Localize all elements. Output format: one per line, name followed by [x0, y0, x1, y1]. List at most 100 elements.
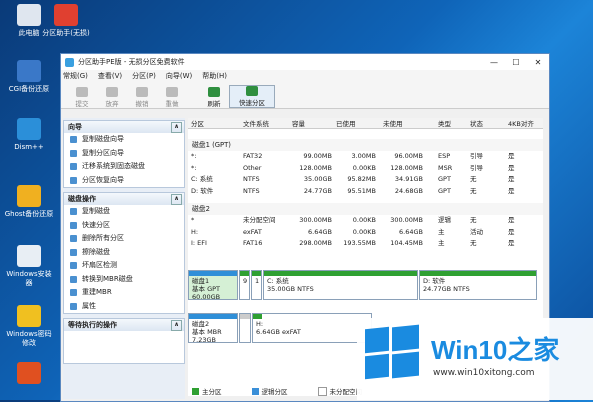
close-button[interactable]: ✕	[527, 58, 549, 67]
redo-icon	[166, 87, 178, 97]
table-header: 分区 文件系统 容量 已使用 未使用 类型 状态 4KB对齐	[188, 118, 543, 129]
menu-partition[interactable]: 分区(P)	[132, 71, 156, 81]
logo-url: www.win10xitong.com	[433, 368, 535, 378]
toolbar: 提交 放弃 撤销 重做 刷新 快速分区	[61, 82, 549, 109]
table-cell: 是	[508, 186, 515, 195]
cgi-backup-icon	[17, 60, 41, 82]
column-header[interactable]: 分区	[191, 118, 204, 128]
wizard-item-icon	[70, 163, 77, 171]
table-cell: ESP	[438, 152, 451, 160]
column-header[interactable]: 类型	[438, 118, 451, 128]
wizard-item[interactable]: 复制分区向导	[64, 147, 184, 161]
disk-group-title[interactable]: 磁盘1 (GPT)	[188, 139, 543, 151]
minimize-button[interactable]: —	[483, 58, 505, 67]
msr-partition-block[interactable]: 1	[251, 270, 262, 300]
partition-row[interactable]: *: Other 128.00MB 0.00KB 128.00MB MSR 引导 是	[188, 163, 543, 175]
wizard-item[interactable]: 迁移系统到固态磁盘	[64, 160, 184, 174]
redo-button[interactable]: 重做	[157, 87, 187, 108]
disk-op-item[interactable]: 属性	[64, 300, 184, 314]
table-cell: exFAT	[243, 227, 262, 236]
column-header[interactable]: 已使用	[336, 118, 356, 128]
unallocated-block[interactable]	[239, 313, 251, 343]
disk-op-item[interactable]: 擦除磁盘	[64, 246, 184, 260]
table-cell: 引导	[470, 152, 483, 160]
commit-button[interactable]: 提交	[67, 87, 97, 108]
wizard-item[interactable]: 复制磁盘向导	[64, 133, 184, 147]
table-cell: 是	[508, 163, 515, 172]
partition-row[interactable]: C: 系统 NTFS 35.00GB 95.82MB 34.91GB GPT 无 是	[188, 174, 543, 186]
collapse-icon[interactable]: ∧	[171, 194, 182, 205]
disk-op-item[interactable]: 重建MBR	[64, 286, 184, 300]
this-pc-icon	[17, 4, 41, 26]
collapse-icon[interactable]: ∧	[171, 122, 182, 133]
desktop-windows-password[interactable]: Windows密码修改	[3, 305, 55, 348]
check-icon	[76, 87, 88, 97]
partition-row[interactable]: I: EFI FAT16 298.00MB 193.55MB 104.45MB 主 无 是	[188, 238, 543, 250]
partition-row[interactable]: D: 软件 NTFS 24.77GB 95.51MB 24.68GB GPT 无 是	[188, 186, 543, 198]
wizard-panel-title: 向导	[68, 123, 82, 131]
column-header[interactable]: 状态	[470, 118, 483, 128]
c-partition-block[interactable]: C: 系统 35.00GB NTFS	[263, 270, 418, 300]
desktop-ghost-backup[interactable]: Ghost备份还原	[3, 185, 55, 219]
column-header[interactable]: 4KB对齐	[508, 118, 534, 128]
esp-partition-block[interactable]: 9	[239, 270, 250, 300]
title-bar[interactable]: 分区助手PE版 - 无损分区免费软件 — ☐ ✕	[61, 54, 549, 70]
table-cell: 6.64GB	[399, 227, 423, 236]
discard-button[interactable]: 放弃	[97, 87, 127, 108]
disk-group-title[interactable]: 磁盘2	[188, 203, 543, 215]
desktop-icon-label: 分区助手(无损)	[42, 29, 90, 37]
disk-op-item-icon	[70, 262, 77, 270]
menu-general[interactable]: 常规(G)	[63, 71, 88, 81]
table-cell: 3.00MB	[351, 152, 376, 160]
table-cell: 6.64GB	[308, 227, 332, 236]
collapse-icon[interactable]: ∧	[171, 320, 182, 331]
desktop-windows-installer[interactable]: Windows安装器	[3, 245, 55, 288]
column-header[interactable]: 未使用	[383, 118, 403, 128]
column-header[interactable]: 容量	[292, 118, 305, 128]
h-partition-block[interactable]: H: 6.64GB exFAT	[252, 313, 372, 343]
disk-op-item-label: 转换到MBR磁盘	[82, 274, 133, 283]
menu-view[interactable]: 查看(V)	[98, 71, 122, 81]
disk-op-item[interactable]: 转换到MBR磁盘	[64, 273, 184, 287]
wizard-panel: 向导 ∧ 复制磁盘向导 复制分区向导 迁移系统到固态磁盘 分区恢复向导	[63, 120, 185, 188]
menu-wizard[interactable]: 向导(W)	[166, 71, 192, 81]
maximize-button[interactable]: ☐	[505, 58, 527, 67]
disk-op-item-label: 删除所有分区	[82, 234, 124, 242]
table-cell: NTFS	[243, 186, 260, 195]
desktop-icon-label: Windows密码修改	[6, 330, 52, 347]
disk-op-item[interactable]: 复制磁盘	[64, 205, 184, 219]
column-header[interactable]: 文件系统	[243, 118, 269, 128]
table-cell: 无	[470, 186, 477, 195]
desktop-cgi-backup[interactable]: CGI备份还原	[3, 60, 55, 94]
legend-swatch	[192, 387, 199, 395]
quick-partition-button[interactable]: 快速分区	[229, 85, 275, 108]
disk2-label[interactable]: 磁盘2 基本 MBR 7.23GB	[188, 313, 238, 344]
undo-button[interactable]: 撤销	[127, 87, 157, 108]
disk-op-item-icon	[70, 302, 77, 310]
disk-op-item[interactable]: 快速分区	[64, 219, 184, 233]
partition-row[interactable]: H: exFAT 6.64GB 0.00KB 6.64GB 主 活动 是	[188, 227, 543, 239]
desktop-partition-assistant[interactable]: 分区助手(无损)	[40, 4, 92, 38]
desktop-icon-label: Windows安装器	[6, 270, 52, 287]
desktop-dism[interactable]: Dism++	[3, 118, 55, 152]
d-partition-block[interactable]: D: 软件 24.77GB NTFS	[419, 270, 537, 300]
partition-row[interactable]: * 未分配空间 300.00MB 0.00KB 300.00MB 逻辑 无 是	[188, 215, 543, 227]
table-cell: 95.51MB	[347, 186, 376, 195]
disk1-label[interactable]: 磁盘1 基本 GPT 60.00GB	[188, 270, 238, 301]
table-cell: 逻辑	[438, 216, 451, 224]
disk-op-item-label: 属性	[82, 301, 96, 310]
disk-op-item-label: 坏扇区检测	[82, 261, 117, 269]
desktop-desktop-app[interactable]	[3, 362, 55, 387]
disk-op-item-label: 复制磁盘	[82, 207, 110, 215]
partition-assistant-icon	[54, 4, 78, 26]
disk-op-item[interactable]: 删除所有分区	[64, 232, 184, 246]
partition-row[interactable]: *: FAT32 99.00MB 3.00MB 96.00MB ESP 引导 是	[188, 151, 543, 163]
disk1-map[interactable]: 磁盘1 基本 GPT 60.00GB 9 1 C: 系统 35.00GB NTFS D…	[188, 270, 540, 301]
table-cell: 是	[508, 152, 515, 160]
wizard-item[interactable]: 分区恢复向导	[64, 174, 184, 188]
disk-op-item[interactable]: 坏扇区检测	[64, 259, 184, 273]
refresh-button[interactable]: 刷新	[199, 87, 229, 108]
menu-help[interactable]: 帮助(H)	[202, 71, 227, 81]
table-cell: 24.77GB	[303, 186, 332, 195]
watermark-logo: Win10之家 www.win10xitong.com	[357, 318, 593, 400]
